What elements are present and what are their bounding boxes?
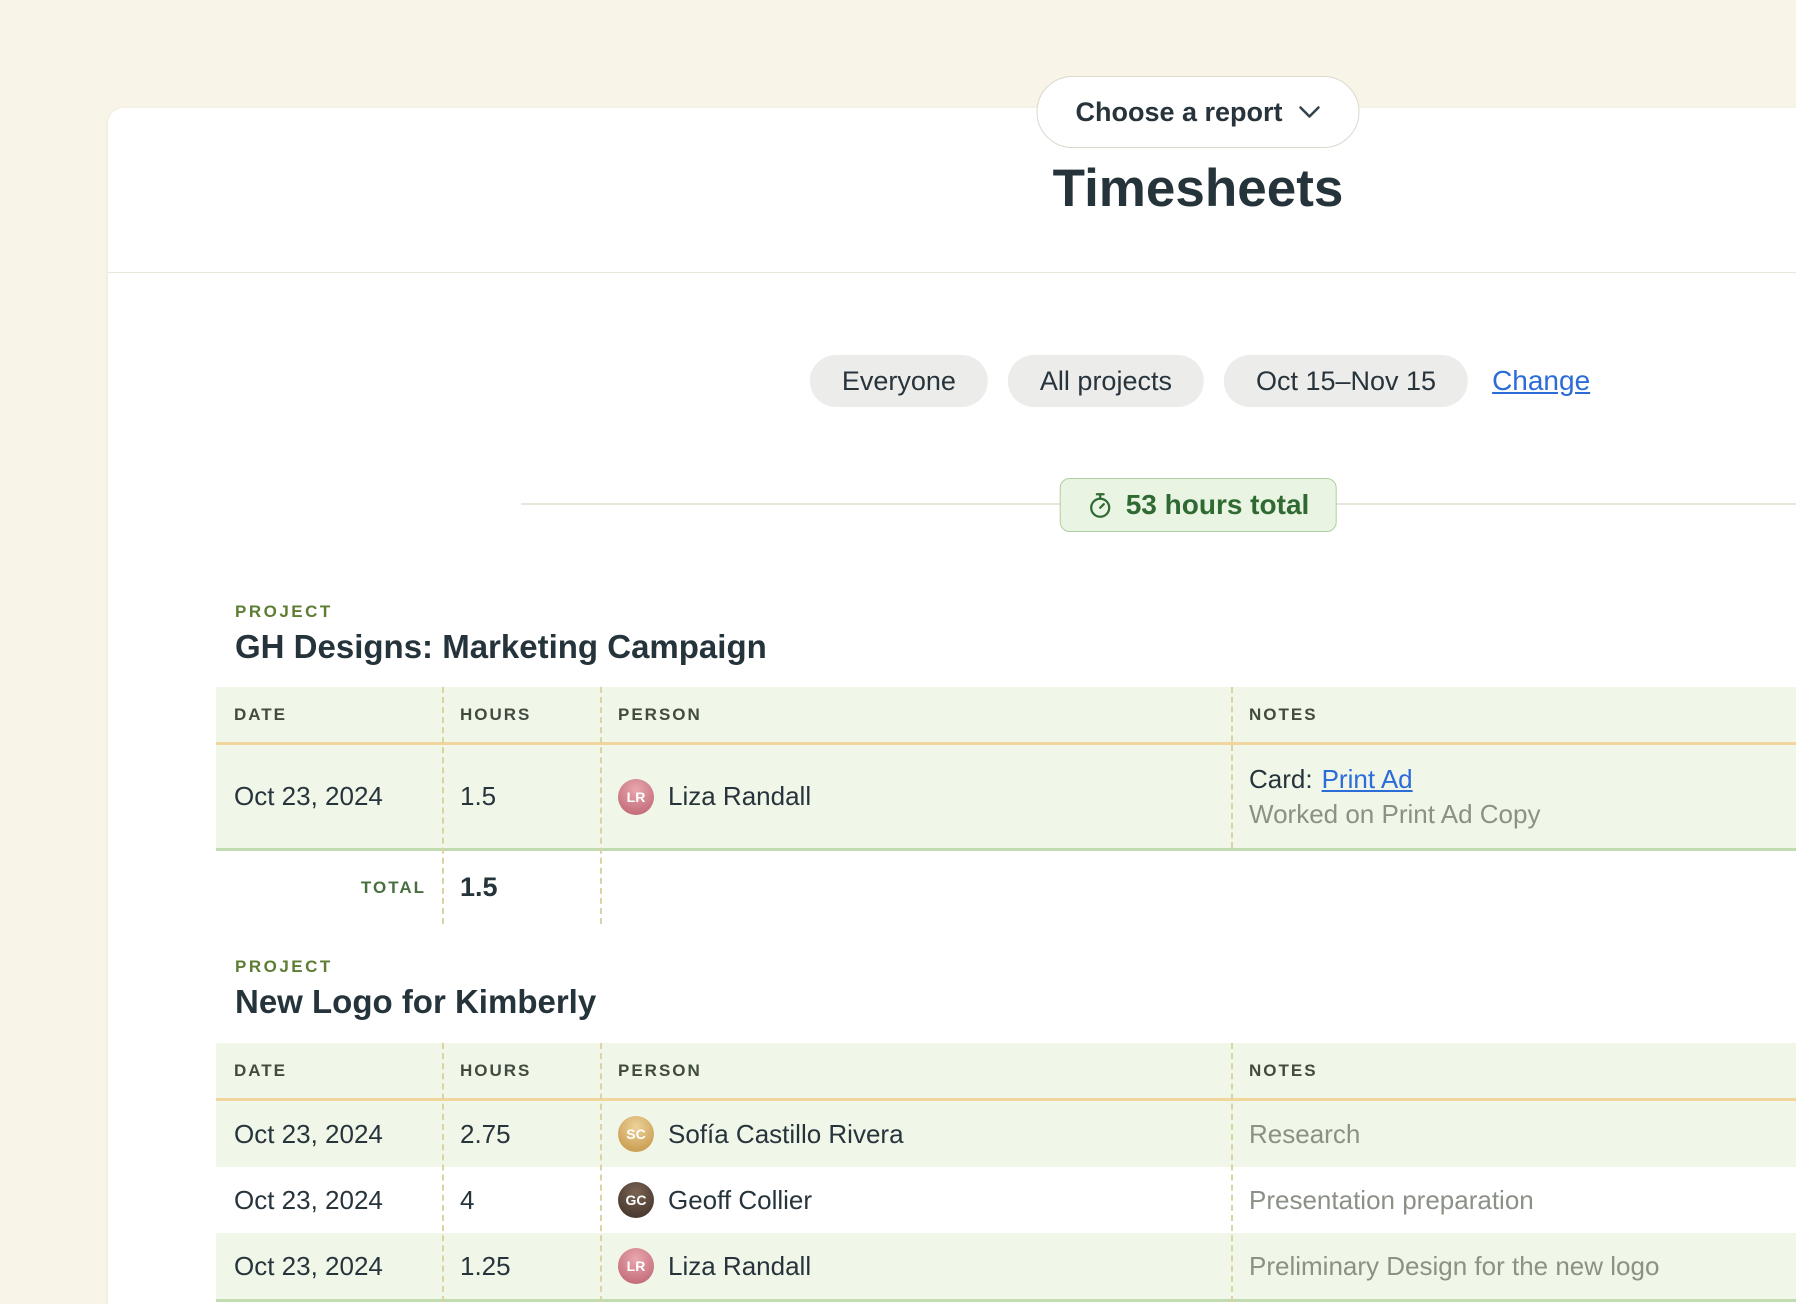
report-picker-button[interactable]: Choose a report [1036,76,1359,148]
column-separator [1231,1043,1233,1302]
column-header-person: PERSON [600,1043,1231,1098]
person-name: Liza Randall [668,1251,811,1282]
column-header-notes: NOTES [1231,687,1796,742]
total-hours-badge: 53 hours total [1060,478,1337,532]
column-header-person: PERSON [600,687,1231,742]
header-divider [108,272,1796,273]
table-row: Oct 23, 2024 1.25 LR Liza Randall Prelim… [216,1233,1796,1299]
timesheet-table: DATE HOURS PERSON NOTES Oct 23, 2024 2.7… [216,1043,1796,1302]
change-filters-link[interactable]: Change [1492,365,1590,397]
empty-cell [1231,851,1796,924]
report-picker-label: Choose a report [1075,97,1282,128]
hours-cell: 4 [442,1167,600,1233]
column-header-date: DATE [216,687,442,742]
notes-cell: Preliminary Design for the new logo [1231,1233,1796,1299]
person-name: Sofía Castillo Rivera [668,1119,904,1150]
date-cell: Oct 23, 2024 [216,1233,442,1299]
notes-cell: Research [1231,1101,1796,1167]
note-line: Card: Print Ad [1249,762,1413,797]
date-cell: Oct 23, 2024 [216,1101,442,1167]
filter-people-pill: Everyone [810,355,988,407]
table-row: Oct 23, 2024 4 GC Geoff Collier Presenta… [216,1167,1796,1233]
total-hours-label: 53 hours total [1126,489,1310,521]
timesheet-table: DATE HOURS PERSON NOTES Oct 23, 2024 1.5… [216,687,1796,924]
filter-daterange-pill: Oct 15–Nov 15 [1224,355,1468,407]
column-separator [600,1043,602,1302]
total-value: 1.5 [442,851,600,924]
card-link[interactable]: Print Ad [1322,762,1413,797]
table-row: Oct 23, 2024 2.75 SC Sofía Castillo Rive… [216,1101,1796,1167]
column-header-hours: HOURS [442,687,600,742]
table-row: Oct 23, 2024 1.5 LR Liza Randall Card: P… [216,745,1796,848]
column-header-hours: HOURS [442,1043,600,1098]
project-kicker: PROJECT [235,957,333,977]
hours-cell: 1.5 [442,745,600,848]
person-cell: GC Geoff Collier [600,1167,1231,1233]
hours-cell: 1.25 [442,1233,600,1299]
filter-bar: Everyone All projects Oct 15–Nov 15 Chan… [810,355,1590,407]
project-kicker: PROJECT [235,602,333,622]
total-label: TOTAL [216,851,442,924]
empty-cell [600,851,1231,924]
stopwatch-icon [1087,492,1114,519]
table-header-row: DATE HOURS PERSON NOTES [216,1043,1796,1098]
notes-cell: Card: Print Ad Worked on Print Ad Copy [1231,745,1796,848]
person-name: Liza Randall [668,781,811,812]
project-title: GH Designs: Marketing Campaign [235,628,767,666]
avatar[interactable]: LR [618,779,654,815]
note-prefix: Card: [1249,762,1313,797]
notes-cell: Presentation preparation [1231,1167,1796,1233]
hours-cell: 2.75 [442,1101,600,1167]
chevron-down-icon [1299,105,1321,119]
column-header-notes: NOTES [1231,1043,1796,1098]
person-cell: SC Sofía Castillo Rivera [600,1101,1231,1167]
date-cell: Oct 23, 2024 [216,745,442,848]
page-title: Timesheets [1053,158,1344,219]
filter-projects-pill: All projects [1008,355,1204,407]
date-cell: Oct 23, 2024 [216,1167,442,1233]
column-separator [442,1043,444,1302]
person-name: Geoff Collier [668,1185,812,1216]
project-title: New Logo for Kimberly [235,983,596,1021]
total-row: TOTAL 1.5 [216,851,1796,924]
avatar[interactable]: GC [618,1182,654,1218]
table-header-row: DATE HOURS PERSON NOTES [216,687,1796,742]
total-divider-rule [216,1299,1796,1302]
column-separator [442,687,444,924]
note-secondary: Worked on Print Ad Copy [1249,797,1540,832]
column-separator [1231,687,1233,848]
person-cell: LR Liza Randall [600,1233,1231,1299]
column-separator [600,687,602,924]
column-header-date: DATE [216,1043,442,1098]
avatar[interactable]: SC [618,1116,654,1152]
person-cell: LR Liza Randall [600,745,1231,848]
avatar[interactable]: LR [618,1248,654,1284]
